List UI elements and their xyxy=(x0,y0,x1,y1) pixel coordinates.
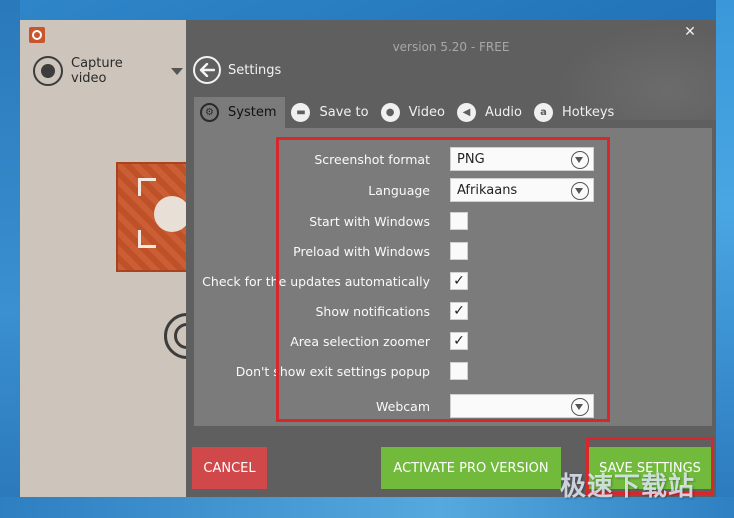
lens-icon xyxy=(154,196,186,232)
folder-icon: ▬ xyxy=(291,103,311,122)
capture-mode-label: Capture video xyxy=(71,56,123,86)
tab-video[interactable]: ● Video xyxy=(375,97,451,128)
bracket-icon xyxy=(138,230,156,248)
back-arrow-icon xyxy=(193,56,221,84)
activate-pro-button[interactable]: ACTIVATE PRO VERSION xyxy=(381,447,561,489)
record-button[interactable] xyxy=(164,313,186,359)
tab-label: System xyxy=(228,105,277,120)
watermark: 极速下载站 xyxy=(560,472,696,502)
capture-mode-dropdown[interactable]: Capture video xyxy=(33,56,183,86)
tab-audio[interactable]: ◀ Audio xyxy=(451,97,528,128)
tab-label: Hotkeys xyxy=(561,105,615,120)
tab-label: Audio xyxy=(485,105,522,120)
bracket-icon xyxy=(138,178,156,196)
close-button[interactable]: ✕ xyxy=(680,22,700,42)
cancel-button[interactable]: CANCEL xyxy=(192,447,267,489)
gears-icon: ⚙ xyxy=(200,103,219,122)
tab-hotkeys[interactable]: a Hotkeys xyxy=(528,97,620,128)
settings-panel: version 5.20 - FREE ✕ Settings ⚙ System … xyxy=(186,20,716,497)
tab-system[interactable]: ⚙ System xyxy=(194,97,286,128)
highlight-box xyxy=(276,137,610,422)
tab-save-to[interactable]: ▬ Save to xyxy=(285,97,374,128)
recorder-panel: Capture video xyxy=(20,20,186,497)
desktop-background-right xyxy=(716,0,734,518)
record-icon: ● xyxy=(380,103,400,122)
desktop-background xyxy=(0,0,20,518)
settings-tabs: ⚙ System ▬ Save to ● Video ◀ Audio a Hot… xyxy=(194,97,714,128)
record-icon xyxy=(33,56,63,86)
chevron-down-icon xyxy=(171,67,183,75)
page-title: Settings xyxy=(228,62,282,78)
hotkey-icon: a xyxy=(533,103,553,122)
back-button[interactable]: Settings xyxy=(193,56,281,84)
tab-label: Video xyxy=(408,105,446,120)
tab-label: Save to xyxy=(319,105,369,120)
app-logo-icon xyxy=(29,27,45,43)
speaker-icon: ◀ xyxy=(457,103,477,122)
app-preview-logo xyxy=(116,162,186,272)
version-label: version 5.20 - FREE xyxy=(392,40,510,54)
